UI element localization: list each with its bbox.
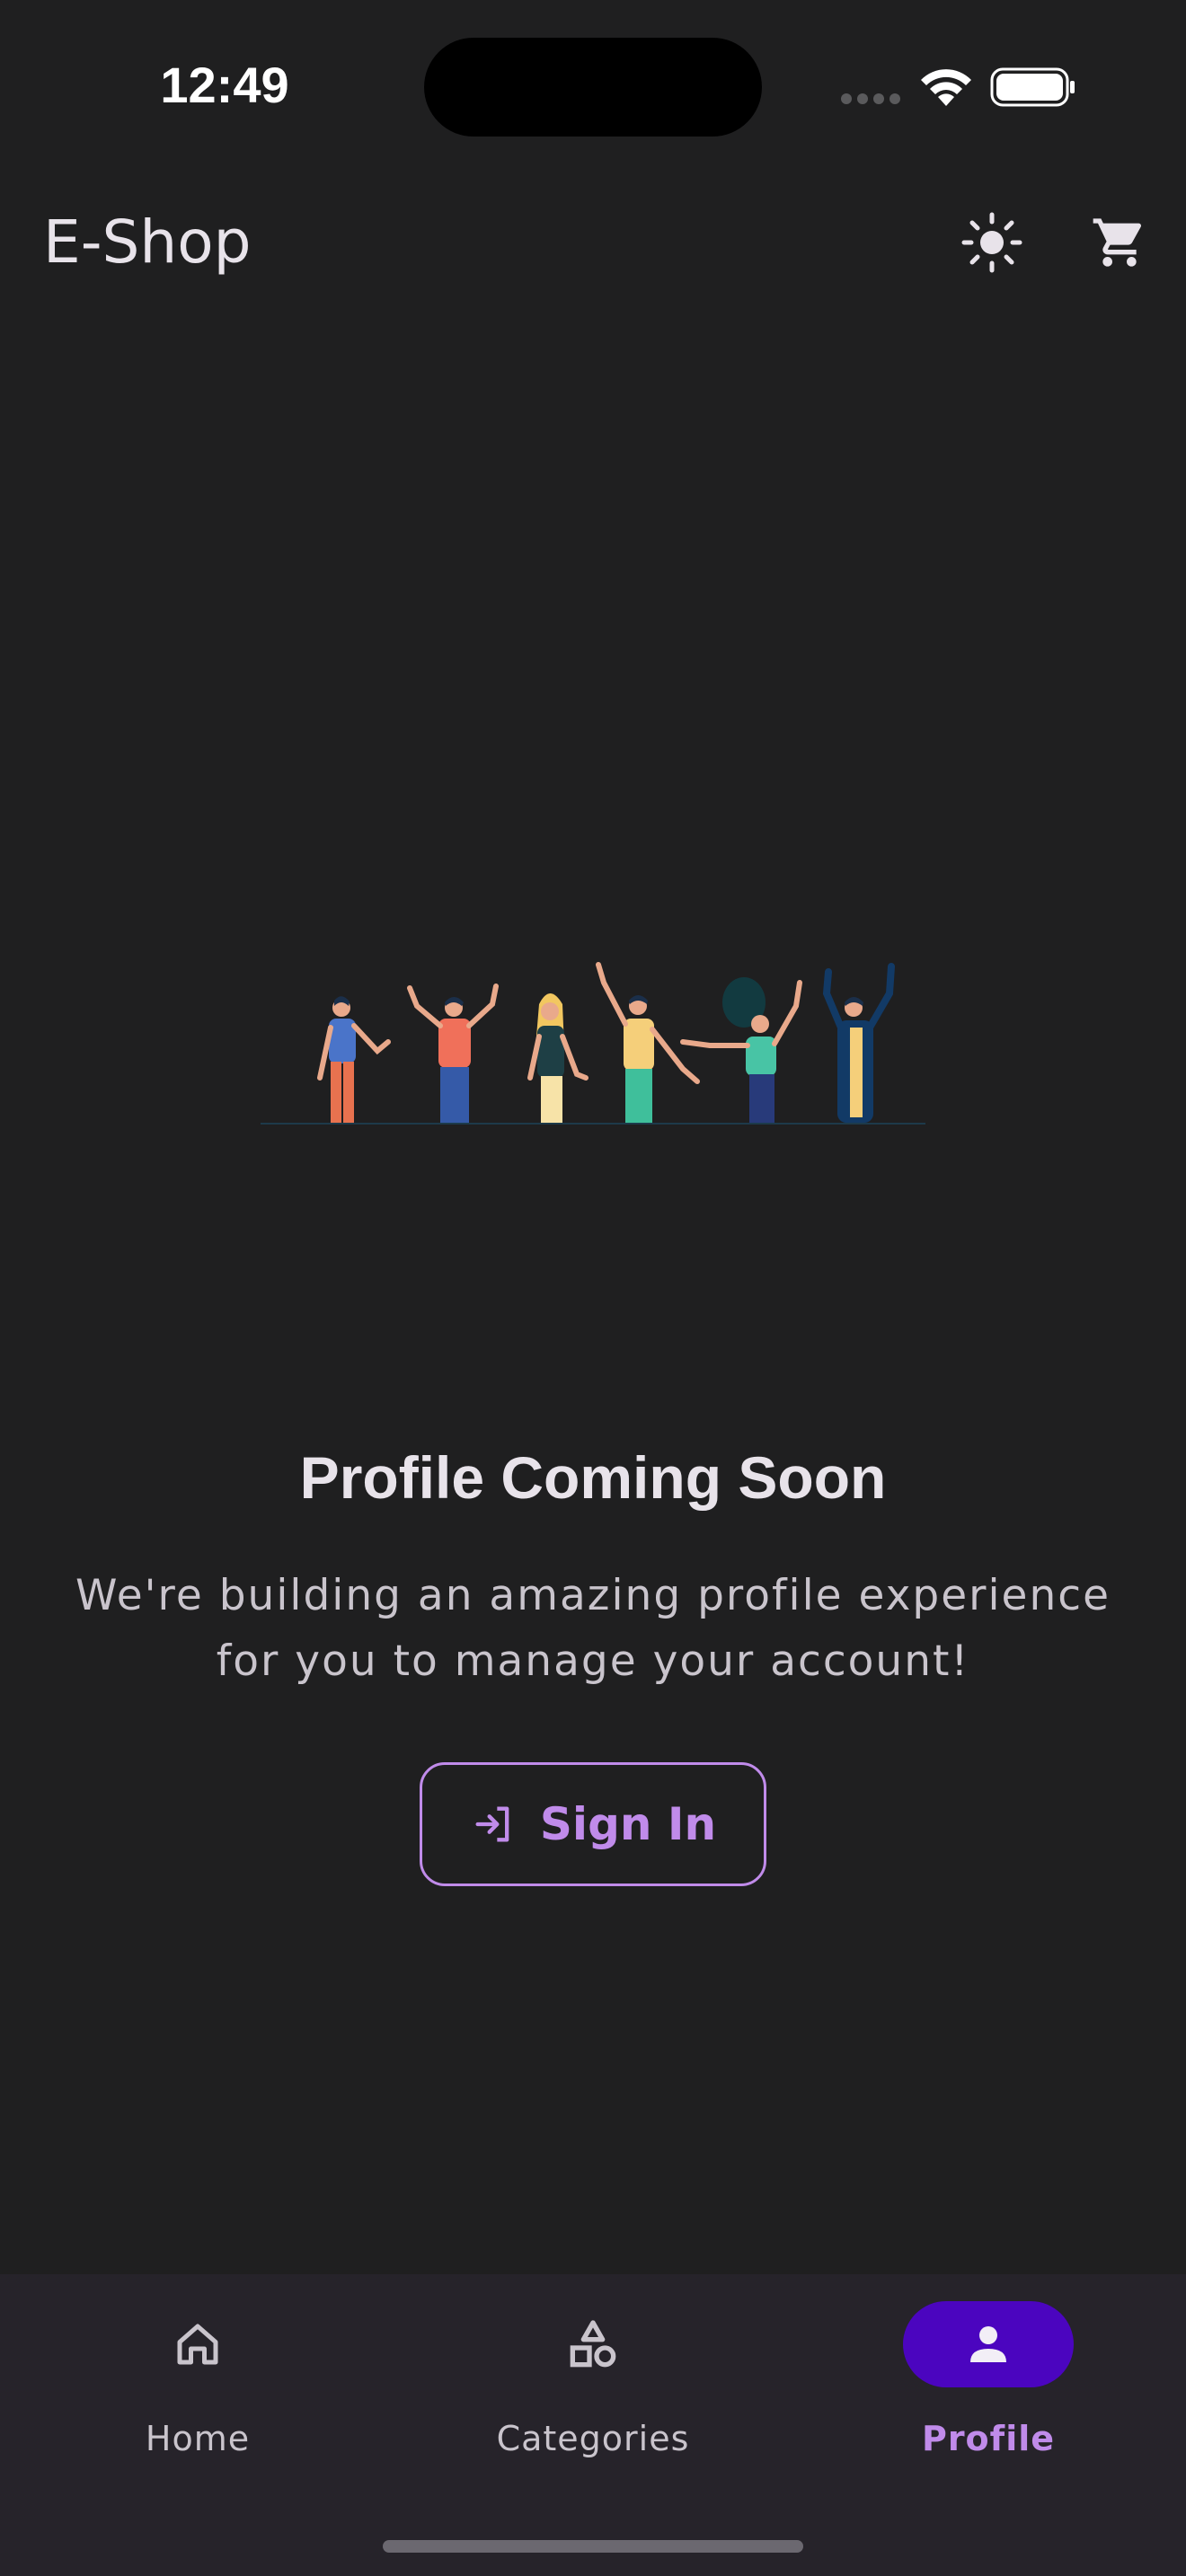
theme-toggle-button[interactable] [956,207,1028,278]
nav-label-profile: Profile [921,2419,1056,2458]
shopping-cart-icon [1093,218,1142,267]
sign-in-label: Sign In [539,1798,717,1850]
nav-pill-home [112,2301,283,2387]
nav-item-profile[interactable]: Profile [854,2301,1123,2481]
sign-in-button[interactable]: Sign In [420,1762,766,1886]
login-icon [475,1806,509,1842]
nav-item-home[interactable]: Home [63,2301,332,2481]
bottom-navigation: Home Categories Profile [0,2274,1186,2576]
wifi-icon [921,69,971,106]
status-bar: 12:49 [0,0,1186,180]
categories-icon [570,2320,616,2368]
subtitle-line-1: We're building an amazing profile experi… [75,1571,1111,1620]
person-icon [970,2326,1006,2362]
subtitle-line-2: for you to manage your account! [216,1636,970,1686]
status-time: 12:49 [160,57,289,113]
nav-pill-profile [903,2301,1074,2387]
cart-button[interactable] [1084,207,1155,278]
nav-label-home: Home [145,2419,251,2458]
page-subtitle: We're building an amazing profile experi… [63,1563,1123,1694]
people-celebrating-illustration [261,962,925,1125]
nav-label-categories: Categories [496,2419,690,2458]
page-title: Profile Coming Soon [299,1444,887,1511]
home-icon [177,2324,218,2365]
app-bar: E-Shop [0,180,1186,305]
nav-pill-categories [508,2301,678,2387]
dynamic-island [424,38,762,137]
battery-icon [990,67,1075,107]
sun-icon [961,212,1022,273]
home-indicator[interactable] [383,2540,803,2553]
cellular-signal-icon [841,93,902,104]
nav-item-categories[interactable]: Categories [458,2301,728,2481]
app-title: E-Shop [43,207,252,277]
